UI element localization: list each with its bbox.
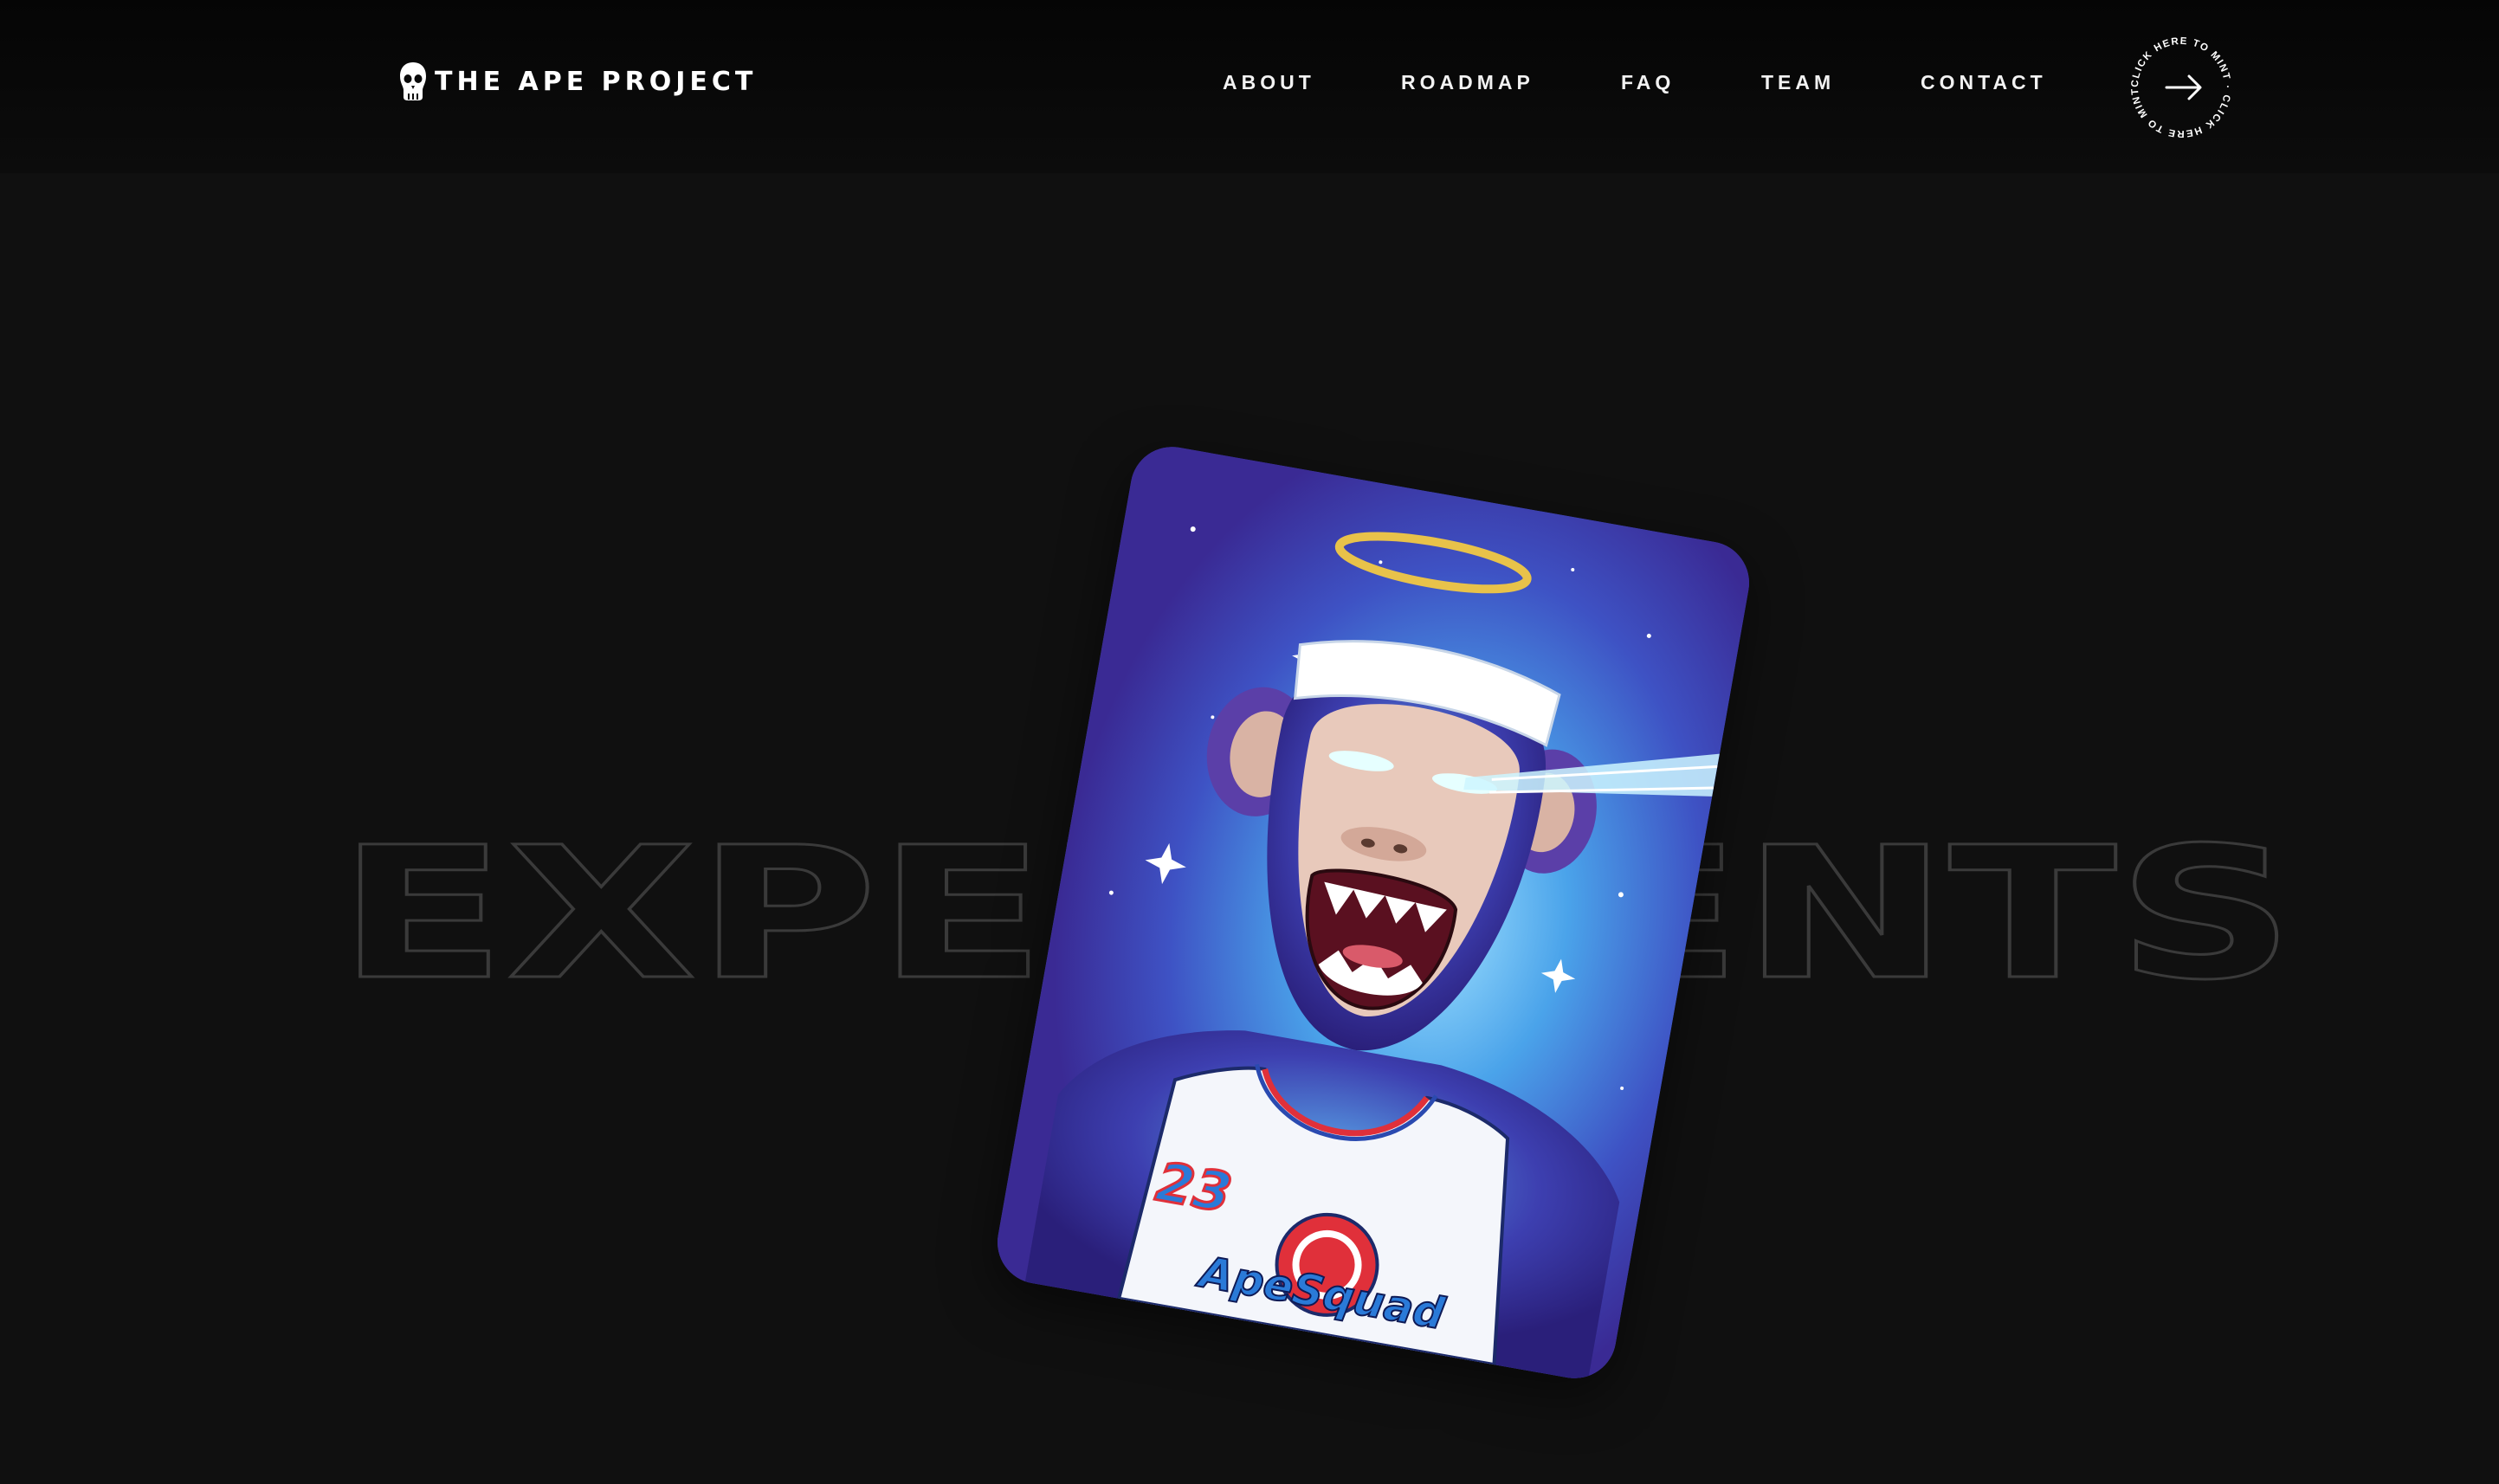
- arrow-right-icon: [2165, 74, 2202, 100]
- mint-ring-text: CLICK HERE TO MINT · CLICK HERE TO MINT …: [2122, 23, 2231, 139]
- nav-contact[interactable]: CONTACT: [1921, 71, 2047, 94]
- mint-button[interactable]: CLICK HERE TO MINT · CLICK HERE TO MINT …: [2122, 23, 2237, 144]
- nav-roadmap[interactable]: ROADMAP: [1401, 71, 1534, 94]
- ape-illustration: 23 ApeSquad: [991, 440, 1756, 1385]
- skull-icon: [400, 62, 426, 100]
- svg-text:CLICK HERE TO MINT · CLICK HER: CLICK HERE TO MINT · CLICK HERE TO MINT …: [2125, 31, 2232, 139]
- site-header: THE APE PROJECT ABOUT ROADMAP FAQ TEAM C…: [0, 0, 2499, 173]
- nft-card: 23 ApeSquad: [991, 440, 1756, 1385]
- nav-faq[interactable]: FAQ: [1621, 71, 1675, 94]
- mint-ring: CLICK HERE TO MINT · CLICK HERE TO MINT …: [2122, 23, 2232, 139]
- page: THE APE PROJECT ABOUT ROADMAP FAQ TEAM C…: [0, 0, 2499, 1484]
- logo[interactable]: THE APE PROJECT: [398, 61, 757, 102]
- logo-text: THE APE PROJECT: [435, 66, 758, 97]
- nav-about[interactable]: ABOUT: [1223, 71, 1315, 94]
- nav-team[interactable]: TEAM: [1761, 71, 1835, 94]
- jersey-number: 23: [1152, 1150, 1237, 1225]
